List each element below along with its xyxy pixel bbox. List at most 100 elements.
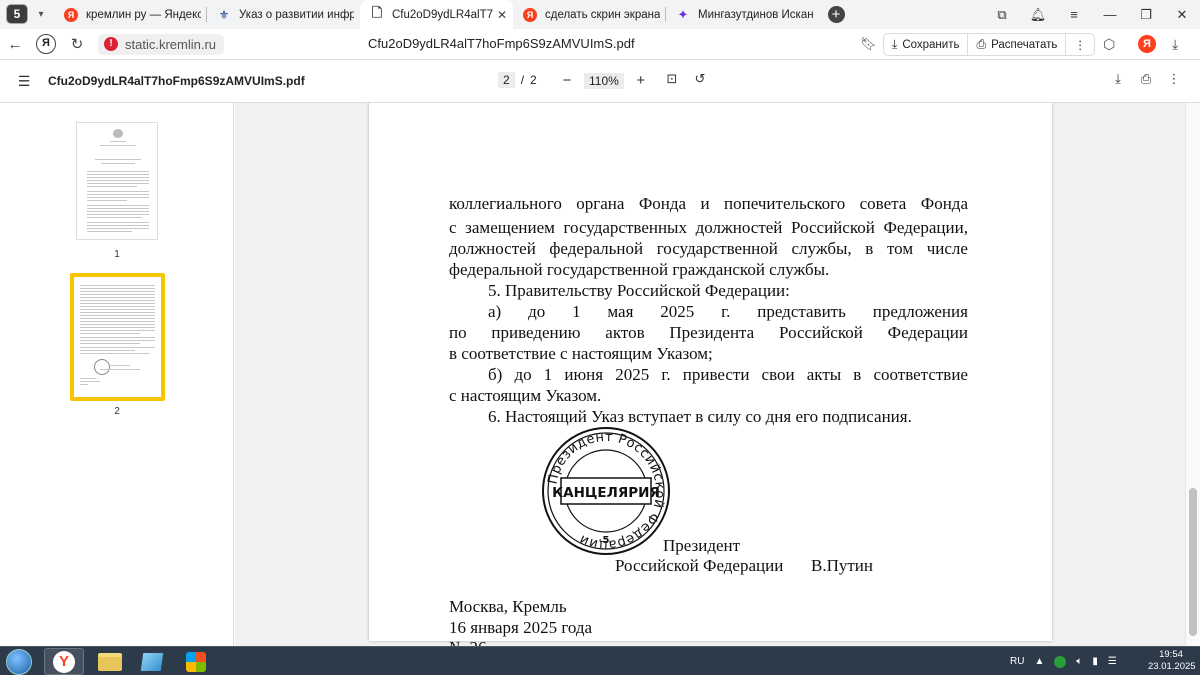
reload-icon[interactable]: ↻ [62, 35, 92, 53]
system-tray: RU ▲ 🔈︎ ▮ ☰ [1010, 647, 1127, 675]
print-button[interactable]: ⎙ Распечатать [967, 34, 1065, 55]
emblem-mark [113, 129, 123, 138]
tab-group-count-badge[interactable]: 5 [6, 4, 28, 24]
page-actions: ⤓ Сохранить ⎙ Распечатать ⋮ [883, 33, 1095, 56]
taskbar-app-3[interactable] [132, 648, 172, 675]
document-word: 1 [572, 302, 581, 321]
scrollbar-thumb[interactable] [1189, 488, 1197, 636]
tray-app-icon[interactable] [1054, 655, 1067, 668]
zoom-in-button[interactable]: + [630, 72, 652, 89]
vertical-scrollbar[interactable] [1185, 103, 1200, 646]
document-line-10: с настоящим Указом. [449, 386, 602, 405]
address-bar: ← Я ↻ ! static.kremlin.ru Cfu2oD9ydLR4al… [0, 29, 1200, 60]
clock[interactable]: 19:54 23.01.2025 [1148, 649, 1196, 673]
document-word: Федерации, [883, 218, 968, 237]
tab-label: Cfu2oD9ydLR4alT7hoF [392, 8, 493, 21]
document-line-8: в соответствие с настоящим Указом; [449, 344, 713, 363]
page-thumbnail-2[interactable] [74, 277, 161, 397]
site-host: static.kremlin.ru [125, 36, 217, 52]
protect-shield-icon[interactable]: ⬡ [1103, 36, 1115, 53]
date-text: 16 января 2025 года [449, 618, 593, 637]
thumbnail-label-1: 1 [114, 249, 120, 260]
tab-mingazutdinov[interactable]: ✦ Мингазутдинов Искандар [666, 0, 819, 29]
document-word: государственных [563, 218, 687, 237]
site-info-pill[interactable]: ! static.kremlin.ru [98, 33, 225, 55]
tab-yandex-search[interactable]: Я кремлин ру — Яндекс: на [54, 0, 207, 29]
collections-icon[interactable]: ⧉ [984, 7, 1020, 23]
alice-icon: ✦ [677, 6, 689, 22]
pdf-viewer[interactable]: коллегиального органа Фонда и попечительског… [235, 103, 1185, 646]
document-word: органа [576, 194, 625, 213]
fit-page-icon[interactable]: ⊡ [658, 71, 686, 87]
page-thumbnail-1[interactable] [76, 122, 158, 240]
tab-screenshot-search[interactable]: Я сделать скрин экрана на [513, 0, 666, 29]
yandex-extension-icon[interactable]: Я [1138, 35, 1156, 53]
restore-button[interactable]: ❐ [1128, 7, 1164, 23]
taskbar-yandex-browser[interactable]: Y [44, 648, 84, 675]
bookmark-icon[interactable]: 🔖︎ [860, 36, 877, 52]
page-separator: / [520, 73, 525, 87]
document-word: замещением [465, 218, 555, 237]
thumbnail-label-2: 2 [114, 406, 120, 417]
printer-icon[interactable]: ⎙ [1136, 71, 1156, 87]
document-word: том [886, 239, 914, 258]
language-indicator[interactable]: RU [1010, 656, 1024, 667]
volume-icon[interactable]: 🔈︎ [1076, 656, 1082, 667]
chevron-up-icon[interactable]: ▲ [1034, 656, 1044, 667]
window-controls: ⧉ 🔔︎ ≡ — ❐ ✕ [984, 0, 1200, 29]
document-line-11: 6. Настоящий Указ вступает в силу со дня… [488, 407, 912, 426]
tab-pdf-document[interactable]: 🗋 Cfu2oD9ydLR4alT7hoF ✕ [360, 0, 513, 29]
pdf-view-tools: ⊡ ↺ [658, 71, 714, 87]
print-label: Распечатать [991, 38, 1058, 51]
printer-icon: ⎙ [976, 37, 987, 51]
zoom-out-button[interactable]: − [556, 72, 578, 89]
document-word: коллегиального [449, 194, 562, 213]
clock-date: 23.01.2025 [1148, 661, 1196, 672]
pdf-actions: ⤓ ⎙ ⋮ [1108, 71, 1192, 87]
document-line-1: коллегиального органа Фонда и попечительског… [449, 194, 968, 214]
document-word: Фонда [638, 194, 687, 213]
document-word: свои [761, 365, 795, 384]
current-page-input[interactable]: 2 [498, 72, 515, 88]
tab-label: сделать скрин экрана на [545, 8, 660, 21]
taskbar-file-explorer[interactable] [90, 648, 130, 675]
signature-org: Российской Федерации [615, 556, 784, 575]
address-page-title[interactable]: Cfu2oD9ydLR4alT7hoFmp6S9zAMVUImS.pdf [368, 36, 635, 51]
rotate-icon[interactable]: ↺ [686, 71, 714, 87]
kremlin-emblem-icon: ⚜ [218, 7, 230, 22]
notification-icon[interactable]: ☰ [1108, 656, 1117, 667]
close-icon[interactable]: ✕ [497, 8, 507, 22]
document-word: 2025 [660, 302, 695, 321]
download-tray-icon[interactable]: ⤓ [1172, 36, 1178, 53]
new-tab-button[interactable]: + [819, 0, 853, 29]
zoom-value[interactable]: 110% [584, 72, 624, 89]
close-window-button[interactable]: ✕ [1164, 7, 1200, 23]
document-word: до [514, 365, 532, 384]
minimize-button[interactable]: — [1092, 7, 1128, 22]
more-icon[interactable]: ⋮ [1065, 34, 1094, 55]
taskbar-app-4[interactable] [176, 648, 216, 675]
tab-decree-infrastructure[interactable]: ⚜ Указ о развитии инфраст [207, 0, 360, 29]
hamburger-menu-icon[interactable]: ☰ [0, 73, 48, 90]
chevron-down-icon[interactable]: ▾ [28, 0, 54, 29]
start-button[interactable] [6, 649, 32, 675]
back-arrow-icon[interactable]: ← [0, 36, 30, 53]
document-icon: 🗋 [371, 4, 383, 20]
save-label: Сохранить [902, 38, 960, 51]
yandex-home-icon[interactable]: Я [36, 34, 56, 54]
document-word: службы, [791, 239, 852, 258]
document-word: Президента [669, 323, 755, 342]
document-word: представить [757, 302, 846, 321]
menu-icon[interactable]: ≡ [1056, 7, 1092, 22]
download-icon: ⤓ [892, 37, 898, 51]
download-icon[interactable]: ⤓ [1108, 71, 1128, 87]
save-button[interactable]: ⤓ Сохранить [884, 34, 967, 55]
more-vertical-icon[interactable]: ⋮ [1164, 71, 1184, 87]
document-word: федеральной [549, 239, 644, 258]
signature-name: В.Путин [811, 556, 873, 575]
tab-bar: 5 ▾ Я кремлин ру — Яндекс: на ⚜ Указ о р… [0, 0, 1200, 29]
tab-label: кремлин ру — Яндекс: на [86, 8, 201, 21]
notifications-icon[interactable]: 🔔︎ [1020, 7, 1056, 23]
document-word: актов [605, 323, 645, 342]
network-icon[interactable]: ▮ [1092, 656, 1098, 667]
